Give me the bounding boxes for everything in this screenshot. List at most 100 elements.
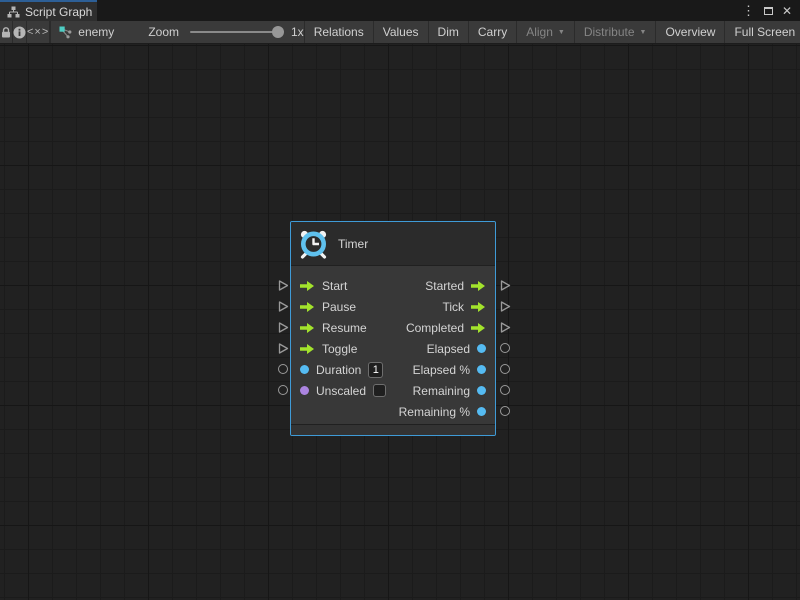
overview-label: Overview bbox=[665, 25, 715, 39]
tab-title: Script Graph bbox=[25, 5, 92, 19]
value-output-port[interactable] bbox=[500, 364, 510, 374]
timer-node-body: Start Started Pause Tick bbox=[291, 266, 495, 424]
graph-node-icon bbox=[59, 26, 72, 39]
info-button[interactable] bbox=[13, 21, 26, 43]
port-label: Toggle bbox=[322, 342, 357, 356]
flow-arrow-icon bbox=[300, 343, 315, 355]
port-row: Resume Completed bbox=[291, 317, 495, 338]
script-graph-window: Script Graph ⋮ ✕ <×> bbox=[0, 0, 800, 600]
dim-label: Dim bbox=[438, 25, 459, 39]
toolbar: <×> enemy Zoom 1x Relations Values Di bbox=[0, 21, 800, 44]
distribute-label: Distribute bbox=[584, 25, 635, 39]
timer-node-footer bbox=[291, 424, 495, 435]
flow-output-port[interactable] bbox=[500, 280, 511, 291]
port-tick[interactable]: Tick bbox=[442, 300, 486, 314]
flow-output-port[interactable] bbox=[500, 301, 511, 312]
flow-input-port[interactable] bbox=[278, 280, 289, 291]
dim-button[interactable]: Dim bbox=[429, 21, 468, 43]
port-toggle[interactable]: Toggle bbox=[300, 342, 357, 356]
full-screen-label: Full Screen bbox=[734, 25, 795, 39]
zoom-value: 1x bbox=[291, 25, 304, 39]
lock-button[interactable] bbox=[0, 21, 12, 43]
carry-label: Carry bbox=[478, 25, 507, 39]
flow-input-port[interactable] bbox=[278, 301, 289, 312]
values-label: Values bbox=[383, 25, 419, 39]
graph-canvas[interactable]: Timer Start Started Pause bbox=[0, 44, 800, 600]
port-row: Pause Tick bbox=[291, 296, 495, 317]
value-port-dot bbox=[477, 365, 486, 374]
overview-button[interactable]: Overview bbox=[656, 21, 724, 43]
timer-node[interactable]: Timer Start Started Pause bbox=[290, 221, 496, 436]
boolean-port-dot bbox=[300, 386, 309, 395]
value-port-dot bbox=[477, 344, 486, 353]
timer-node-header[interactable]: Timer bbox=[291, 222, 495, 266]
duration-input[interactable] bbox=[368, 362, 383, 378]
zoom-slider-handle[interactable] bbox=[272, 26, 284, 38]
tab-script-graph[interactable]: Script Graph bbox=[0, 0, 97, 21]
port-label: Elapsed bbox=[427, 342, 470, 356]
carry-button[interactable]: Carry bbox=[469, 21, 516, 43]
port-start[interactable]: Start bbox=[300, 279, 347, 293]
value-input-port[interactable] bbox=[278, 385, 288, 395]
port-started[interactable]: Started bbox=[425, 279, 486, 293]
code-icon: <×> bbox=[27, 26, 49, 38]
port-label: Unscaled bbox=[316, 384, 366, 398]
port-unscaled[interactable]: Unscaled bbox=[300, 384, 386, 398]
port-row: Duration Elapsed % bbox=[291, 359, 495, 380]
port-label: Started bbox=[425, 279, 464, 293]
port-label: Duration bbox=[316, 363, 361, 377]
port-remaining-percent[interactable]: Remaining % bbox=[399, 405, 486, 419]
port-label: Tick bbox=[442, 300, 464, 314]
zoom-label: Zoom bbox=[148, 25, 179, 39]
value-port-dot bbox=[300, 365, 309, 374]
code-view-button[interactable]: <×> bbox=[27, 21, 49, 43]
value-output-port[interactable] bbox=[500, 406, 510, 416]
alarm-clock-icon bbox=[298, 229, 329, 259]
graph-name: enemy bbox=[78, 25, 114, 39]
zoom-control: Zoom 1x bbox=[148, 21, 303, 43]
relations-button[interactable]: Relations bbox=[305, 21, 373, 43]
lock-icon bbox=[0, 26, 12, 39]
flow-input-port[interactable] bbox=[278, 322, 289, 333]
graph-tree-icon bbox=[7, 6, 20, 18]
flow-arrow-icon bbox=[471, 280, 486, 292]
flow-output-port[interactable] bbox=[500, 322, 511, 333]
zoom-slider[interactable] bbox=[190, 31, 282, 33]
value-output-port[interactable] bbox=[500, 385, 510, 395]
port-label: Elapsed % bbox=[413, 363, 470, 377]
title-bar: Script Graph ⋮ ✕ bbox=[0, 0, 800, 21]
value-input-port[interactable] bbox=[278, 364, 288, 374]
chevron-down-icon: ▼ bbox=[640, 29, 647, 36]
maximize-icon[interactable] bbox=[764, 7, 773, 15]
full-screen-button[interactable]: Full Screen bbox=[725, 21, 800, 43]
info-icon bbox=[13, 26, 26, 39]
port-label: Pause bbox=[322, 300, 356, 314]
menu-icon[interactable]: ⋮ bbox=[742, 4, 755, 17]
value-output-port[interactable] bbox=[500, 343, 510, 353]
port-duration[interactable]: Duration bbox=[300, 362, 383, 378]
port-elapsed[interactable]: Elapsed bbox=[427, 342, 486, 356]
port-label: Resume bbox=[322, 321, 367, 335]
port-resume[interactable]: Resume bbox=[300, 321, 367, 335]
window-controls: ⋮ ✕ bbox=[742, 0, 800, 21]
port-label: Remaining bbox=[413, 384, 470, 398]
flow-arrow-icon bbox=[300, 280, 315, 292]
port-label: Completed bbox=[406, 321, 464, 335]
port-completed[interactable]: Completed bbox=[406, 321, 486, 335]
chevron-down-icon: ▼ bbox=[558, 29, 565, 36]
relations-label: Relations bbox=[314, 25, 364, 39]
port-label: Start bbox=[322, 279, 347, 293]
values-button[interactable]: Values bbox=[374, 21, 428, 43]
close-icon[interactable]: ✕ bbox=[782, 5, 792, 17]
port-elapsed-percent[interactable]: Elapsed % bbox=[413, 363, 486, 377]
distribute-dropdown[interactable]: Distribute ▼ bbox=[575, 21, 656, 43]
graph-breadcrumb[interactable]: enemy bbox=[51, 21, 122, 43]
flow-arrow-icon bbox=[471, 301, 486, 313]
align-dropdown[interactable]: Align ▼ bbox=[517, 21, 574, 43]
unscaled-checkbox[interactable] bbox=[373, 384, 386, 397]
value-port-dot bbox=[477, 386, 486, 395]
flow-input-port[interactable] bbox=[278, 343, 289, 354]
port-remaining[interactable]: Remaining bbox=[413, 384, 486, 398]
port-pause[interactable]: Pause bbox=[300, 300, 356, 314]
port-row: Remaining % bbox=[291, 401, 495, 422]
